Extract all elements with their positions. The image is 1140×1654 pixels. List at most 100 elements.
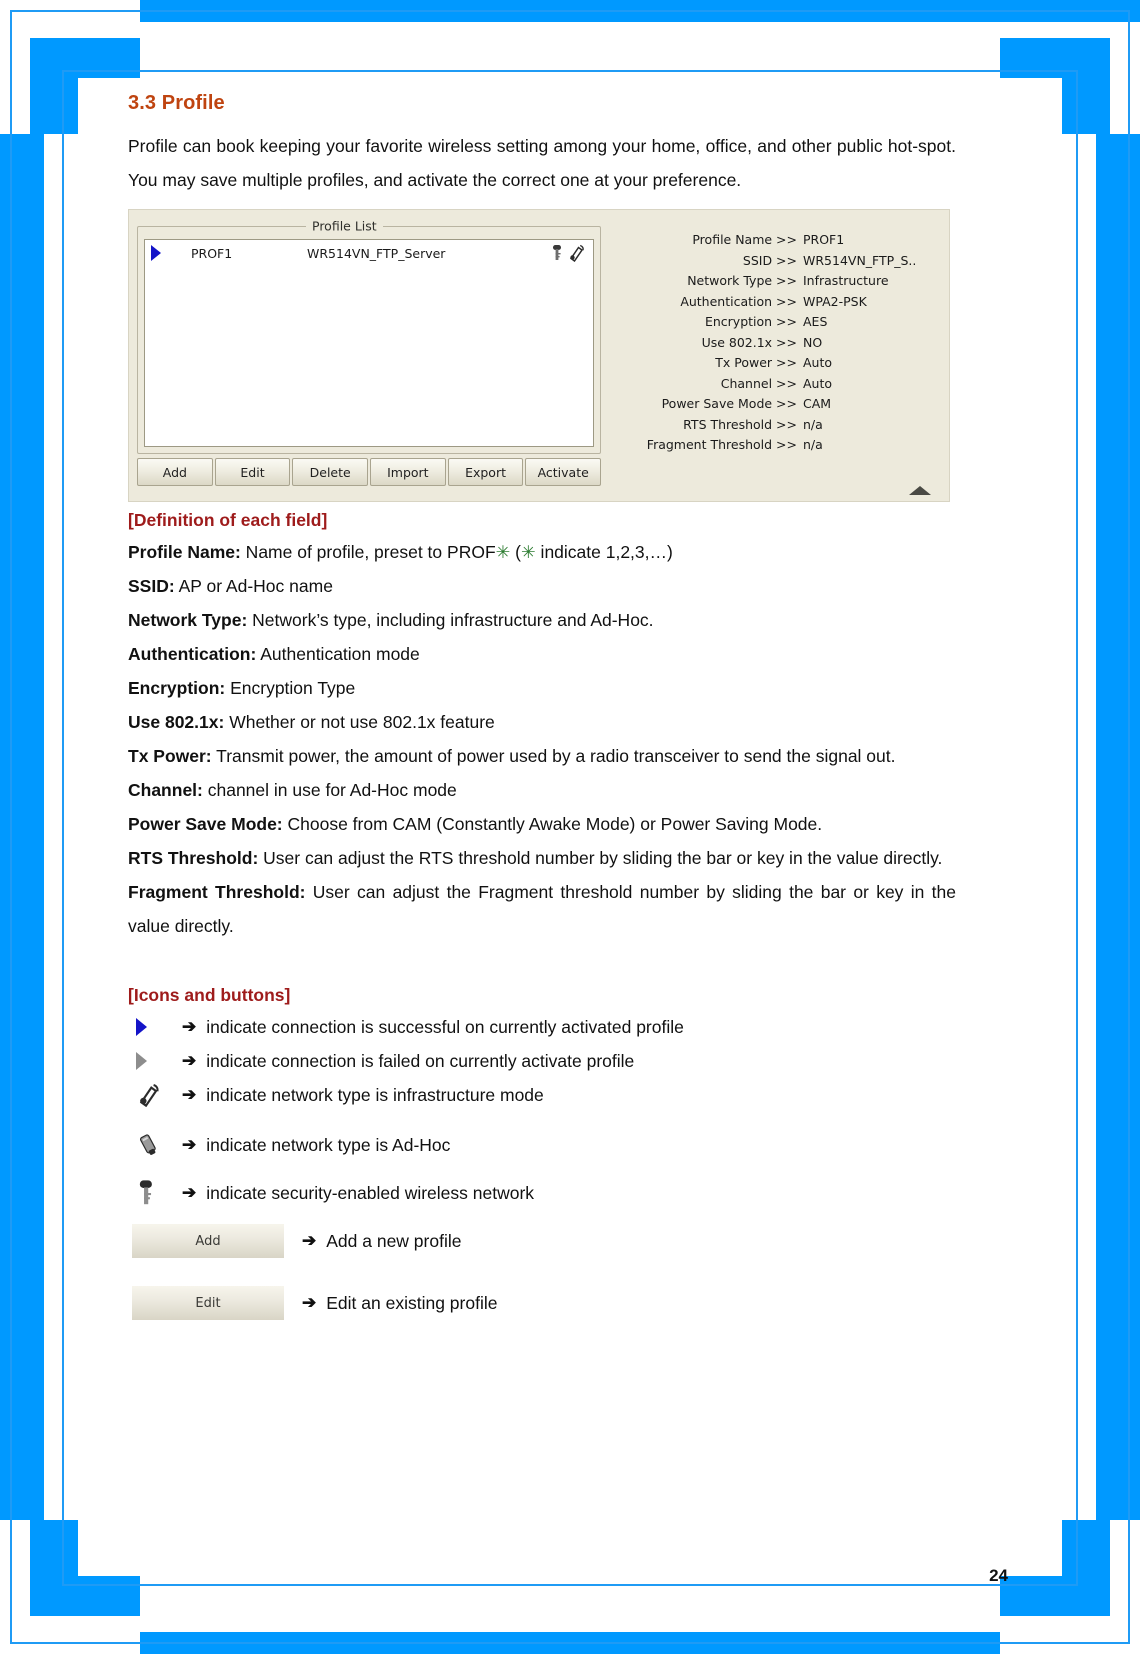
definition-term: RTS Threshold:	[128, 848, 259, 868]
icon-slot	[136, 1052, 182, 1070]
asterisk-marker-2: ✳	[521, 542, 536, 562]
rightwards-arrow-icon: ➔	[302, 1293, 317, 1312]
add-button-sample[interactable]: Add	[132, 1224, 284, 1258]
profile-list-panel: Profile List PROF1 WR514VN_FTP_Server Ad…	[137, 218, 602, 496]
icon-legend-desc: indicate network type is infrastructure …	[206, 1085, 544, 1105]
detail-label: Authentication >>	[680, 293, 797, 309]
detail-row-network-type: Network Type >> Infrastructure	[615, 273, 945, 294]
frame-rule-inner-left	[62, 70, 64, 1584]
definition-desc: User can adjust the RTS threshold number…	[258, 848, 943, 868]
infrastructure-icon	[569, 244, 584, 262]
definition-power-save-mode: Power Save Mode: Choose from CAM (Consta…	[128, 807, 956, 841]
page-number: 24	[989, 1566, 1008, 1585]
rightwards-arrow-icon: ➔	[182, 1135, 197, 1154]
icon-legend-desc: indicate connection is successful on cur…	[206, 1017, 684, 1037]
icon-legend-desc: indicate security-enabled wireless netwo…	[206, 1183, 535, 1203]
profile-details-panel: Profile Name >> PROF1 SSID >> WR514VN_FT…	[615, 232, 945, 458]
definition-desc: Transmit power, the amount of power used…	[211, 746, 896, 766]
detail-row-rts-threshold: RTS Threshold >> n/a	[615, 417, 945, 438]
profile-list-legend: Profile List	[306, 218, 383, 234]
frame-rule-inner-right	[1076, 70, 1078, 1584]
frame-rule-outer-right	[1128, 10, 1130, 1644]
definition-term: Network Type:	[128, 610, 248, 630]
detail-label: Encryption >>	[704, 314, 797, 329]
icons-buttons-heading: [Icons and buttons]	[128, 985, 291, 1005]
scroll-up-arrow-icon[interactable]	[909, 486, 931, 495]
button-legend-desc: Edit an existing profile	[326, 1293, 498, 1313]
frame-rule-inner-top	[62, 70, 1078, 72]
detail-value: Auto	[803, 355, 833, 370]
rightwards-arrow-icon: ➔	[302, 1231, 317, 1250]
profile-name-cell: PROF1	[191, 245, 233, 261]
rightwards-arrow-icon: ➔	[182, 1085, 197, 1104]
frame-corner-bottom-right-2	[1000, 1576, 1110, 1616]
edit-button[interactable]: Edit	[214, 458, 291, 486]
definition-desc-mid: (	[510, 542, 522, 562]
detail-value: Auto	[803, 375, 833, 391]
add-button[interactable]: Add	[137, 458, 213, 486]
definition-tx-power: Tx Power: Transmit power, the amount of …	[128, 739, 956, 773]
definition-term: Encryption:	[128, 678, 226, 698]
edit-button-sample[interactable]: Edit	[132, 1286, 284, 1320]
icon-legend-row-adhoc: ➔ indicate network type is Ad-Hoc	[128, 1128, 956, 1162]
definition-profile-name: Profile Name: Name of profile, preset to…	[128, 535, 956, 569]
definition-channel: Channel: channel in use for Ad-Hoc mode	[128, 773, 956, 807]
icon-legend-desc: indicate network type is Ad-Hoc	[206, 1135, 451, 1155]
asterisk-marker: ✳	[495, 542, 511, 562]
key-icon	[139, 1180, 152, 1205]
definition-term: Fragment Threshold:	[128, 882, 306, 902]
detail-value: CAM	[803, 396, 832, 411]
detail-value: WPA2-PSK	[803, 293, 867, 309]
definition-term: SSID:	[128, 576, 175, 596]
table-row[interactable]: PROF1 WR514VN_FTP_Server	[145, 240, 593, 266]
button-legend-row-add: Add ➔ Add a new profile	[128, 1224, 956, 1258]
detail-row-profile-name: Profile Name >> PROF1	[615, 232, 945, 253]
import-button[interactable]: Import	[370, 458, 446, 486]
detail-label: Tx Power >>	[715, 355, 797, 370]
icon-slot	[136, 1179, 182, 1207]
definition-desc: Encryption Type	[225, 678, 356, 698]
detail-label: SSID >>	[742, 252, 797, 268]
button-legend-row-edit: Edit ➔ Edit an existing profile	[128, 1286, 956, 1320]
active-arrow-icon	[136, 1018, 147, 1036]
definition-desc: Name of profile, preset to PROF	[240, 542, 496, 562]
detail-value: Infrastructure	[803, 273, 889, 288]
detail-row-channel: Channel >> Auto	[615, 376, 945, 397]
detail-row-authentication: Authentication >> WPA2-PSK	[615, 294, 945, 315]
inactive-arrow-icon	[136, 1052, 147, 1070]
definition-authentication: Authentication: Authentication mode	[128, 637, 956, 671]
frame-band-right	[1096, 134, 1140, 1520]
definition-term: Tx Power:	[128, 746, 212, 766]
rightwards-arrow-icon: ➔	[182, 1051, 197, 1070]
definition-desc: Whether or not use 802.1x feature	[224, 712, 495, 732]
definition-rts-threshold: RTS Threshold: User can adjust the RTS t…	[128, 841, 956, 875]
ssid-cell: WR514VN_FTP_Server	[307, 245, 446, 261]
active-arrow-icon	[151, 245, 161, 261]
detail-row-ssid: SSID >> WR514VN_FTP_S..	[615, 253, 945, 274]
activate-button[interactable]: Activate	[525, 458, 602, 486]
icon-slot	[136, 1131, 182, 1159]
detail-label: Fragment Threshold >>	[646, 437, 797, 452]
profile-list-group: Profile List PROF1 WR514VN_FTP_Server	[137, 218, 601, 454]
frame-rule-outer-top	[10, 10, 1130, 12]
definition-term: Use 802.1x:	[128, 712, 225, 732]
profile-listbox[interactable]: PROF1 WR514VN_FTP_Server	[144, 239, 594, 447]
row-icon-group	[550, 244, 593, 262]
frame-rule-inner-bottom	[62, 1584, 1078, 1586]
detail-label: RTS Threshold >>	[683, 416, 797, 432]
export-button[interactable]: Export	[447, 458, 524, 486]
detail-value: NO	[803, 334, 823, 350]
key-icon	[553, 245, 561, 260]
definition-desc: Authentication mode	[256, 644, 420, 664]
detail-row-use-8021x: Use 802.1x >> NO	[615, 335, 945, 356]
definition-term: Authentication:	[128, 644, 257, 664]
icon-legend-desc: indicate connection is failed on current…	[206, 1051, 635, 1071]
frame-corner-top-left-2	[30, 38, 140, 78]
icon-legend-row-security: ➔ indicate security-enabled wireless net…	[128, 1176, 956, 1210]
adhoc-icon	[139, 1134, 156, 1155]
definition-term: Profile Name:	[128, 542, 241, 562]
delete-button[interactable]: Delete	[292, 458, 369, 486]
frame-corner-bottom-left-2	[30, 1576, 140, 1616]
profile-action-bar: Add Edit Delete Import Export Activate	[137, 458, 602, 486]
detail-value: PROF1	[803, 232, 845, 247]
